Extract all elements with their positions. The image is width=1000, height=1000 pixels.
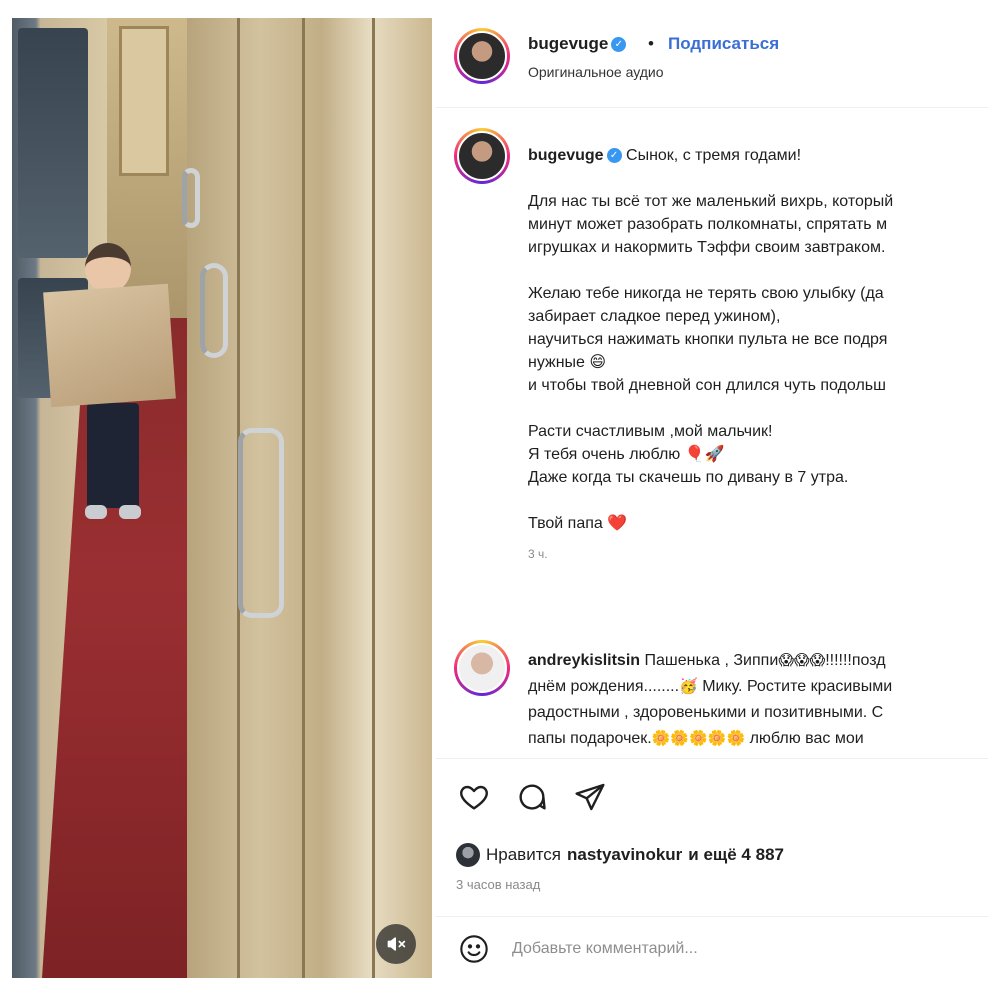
door-handle: [238, 428, 284, 618]
caption-line: нужные 😄: [528, 354, 607, 371]
caption-author-avatar[interactable]: [454, 128, 510, 184]
comment-emoji: ❤️❤️❤️❤️: [528, 752, 603, 756]
caption-line: Расти счастливым ,мой мальчик!: [528, 423, 773, 440]
likes-prefix: Нравится: [486, 845, 562, 864]
caption-line: Желаю тебе никогда не терять свою улыбку…: [528, 285, 884, 302]
door-handle: [200, 263, 228, 358]
child-figure: [43, 243, 177, 543]
follow-button[interactable]: Подписаться: [668, 34, 779, 54]
post-time[interactable]: 3 часов назад: [456, 877, 540, 892]
caption-line: минут может разобрать полкомнаты, спрята…: [528, 216, 888, 233]
speech-bubble-icon[interactable]: [514, 779, 550, 815]
comment-text: папы подарочек.: [528, 730, 652, 747]
door-seam: [302, 18, 305, 978]
paper-plane-icon[interactable]: [572, 779, 608, 815]
caption-line: и чтобы твой дневной сон длился чуть под…: [528, 377, 886, 394]
caption-line: забирает сладкое перед ужином),: [528, 308, 781, 325]
likes-count[interactable]: и ещё 4 887: [688, 845, 784, 865]
comment-emoji: 🥳: [679, 678, 698, 695]
author-avatar[interactable]: [454, 28, 510, 84]
door-handle: [182, 168, 200, 228]
verified-badge-icon: ✓: [611, 37, 627, 53]
post-header: bugevuge ✓ • Подписаться Оригинальное ауд…: [436, 18, 988, 108]
caption-line: научиться нажимать кнопки пульта не все …: [528, 331, 888, 348]
smiley-icon[interactable]: [458, 933, 490, 965]
comment-emoji: 😱😱😱: [778, 652, 826, 669]
comment-text: радостными , здоровенькими и позитивными…: [528, 704, 884, 721]
commenter-username[interactable]: andreykislitsin: [528, 652, 640, 669]
comment-text: люблю вас мои: [745, 730, 864, 747]
liker-username[interactable]: nastyavinokur: [567, 845, 682, 865]
verified-badge-icon: ✓: [606, 148, 622, 164]
comment-emoji: 🌼🌼🌼🌼🌼: [651, 730, 746, 747]
compartment-doors: [187, 18, 432, 978]
liker-avatar: [456, 843, 480, 867]
post-media[interactable]: [12, 18, 432, 978]
comment-text: !!!!!!позд: [825, 652, 886, 669]
add-comment-bar: [436, 916, 988, 980]
post-actions: Нравится nastyavinokur и ещё 4 887 3 час…: [436, 758, 988, 918]
caption-timestamp[interactable]: 3 ч.: [528, 543, 988, 566]
likes-summary[interactable]: Нравится nastyavinokur и ещё 4 887: [456, 843, 784, 867]
heart-outline-icon[interactable]: [456, 779, 492, 815]
caption-line: Даже когда ты скачешь по дивану в 7 утра…: [528, 469, 849, 486]
comment-text: днём рождения........: [528, 678, 680, 695]
original-audio-link[interactable]: Оригинальное аудио: [528, 64, 664, 80]
post-sidebar: bugevuge ✓ • Подписаться Оригинальное ауд…: [436, 18, 988, 980]
separator-dot: •: [648, 34, 654, 53]
caption-line: Я тебя очень люблю 🎈🚀: [528, 446, 725, 463]
comment-text: Мику. Ростите красивыми: [697, 678, 893, 695]
comment-text: Пашенька , Зиппи: [644, 652, 779, 669]
comment-item: andreykislitsin Пашенька , Зиппи😱😱😱!!!!!…: [436, 636, 988, 756]
speaker-muted-icon[interactable]: [376, 924, 416, 964]
caption-username[interactable]: bugevuge ✓: [528, 147, 622, 164]
commenter-avatar[interactable]: [454, 640, 510, 696]
comment-input[interactable]: [512, 933, 952, 965]
caption-line: Сынок, с тремя годами!: [626, 147, 802, 164]
caption-line: Твой папа ❤️: [528, 515, 628, 532]
caption-line: игрушках и накормить Тэффи своим завтрак…: [528, 239, 886, 256]
train-window: [18, 28, 88, 258]
caption-line: Для нас ты всё тот же маленький вихрь, к…: [528, 193, 894, 210]
door-seam: [372, 18, 375, 978]
author-username[interactable]: bugevuge ✓: [528, 34, 627, 54]
